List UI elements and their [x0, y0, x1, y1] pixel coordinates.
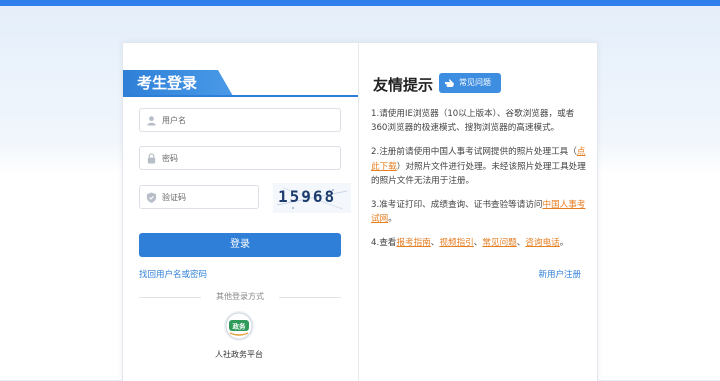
gov-platform-label: 人社政务平台: [215, 350, 263, 359]
password-input[interactable]: [162, 149, 332, 167]
top-header-bar: [0, 0, 720, 6]
tip4-end: 。: [559, 238, 569, 249]
forgot-password-link[interactable]: 找回用户名或密码: [139, 268, 207, 280]
faq-label: 常见问题: [459, 78, 491, 87]
username-field[interactable]: [139, 108, 341, 132]
other-login-separator: 其他登录方式: [139, 291, 341, 303]
user-icon: [147, 116, 156, 126]
tip3-text-b: 。: [388, 214, 397, 225]
login-card: 考生登录 15968 登录 找回用户名或密码 新用户注册: [122, 42, 598, 381]
tip2-text-a: 2.注册前请使用中国人事考试网提供的照片处理工具（: [371, 147, 577, 158]
video-guide-link[interactable]: 视频指引: [439, 238, 473, 248]
gov-logo-text: 政务: [233, 322, 247, 331]
tips-list: 1.请使用IE浏览器（10以上版本）、谷歌浏览器，或者360浏览器的极速模式、搜…: [371, 107, 589, 261]
faq-link[interactable]: 常见问题: [482, 238, 516, 248]
tip-item-exam-site: 3.准考证打印、成绩查询、证书查验等请访问中国人事考试网。: [371, 198, 589, 226]
tip3-text-a: 3.准考证打印、成绩查询、证书查验等请访问: [371, 200, 543, 211]
tip1-text: 1.请使用IE浏览器（10以上版本）、谷歌浏览器，或者360浏览器的极速模式、搜…: [371, 109, 575, 134]
register-link[interactable]: 新用户注册: [538, 268, 581, 280]
captcha-text: 15968: [278, 187, 337, 206]
login-button[interactable]: 登录: [139, 233, 341, 257]
password-field[interactable]: [139, 146, 341, 170]
captcha-field[interactable]: [139, 185, 332, 209]
tip-item-browser: 1.请使用IE浏览器（10以上版本）、谷歌浏览器，或者360浏览器的极速模式、搜…: [371, 107, 589, 135]
gov-platform-icon: 政务: [225, 312, 253, 340]
tip-item-photo-tool: 2.注册前请使用中国人事考试网提供的照片处理工具（点此下载）对照片文件进行处理。…: [371, 145, 589, 188]
panel-divider: [358, 43, 359, 381]
tip4-text-a: 4.查看: [371, 238, 397, 249]
captcha-image[interactable]: 15968: [273, 183, 351, 213]
gov-platform-logo[interactable]: 政务: [224, 311, 254, 341]
login-tab-title: 考生登录: [123, 70, 233, 96]
username-input[interactable]: [162, 111, 332, 129]
login-tab-underline: [123, 95, 358, 97]
shield-icon: [146, 192, 157, 203]
separator-line-right: [279, 297, 341, 298]
lock-icon: [147, 153, 156, 164]
tip-item-guides: 4.查看报考指南、视频指引、常见问题、咨询电话。: [371, 236, 589, 250]
exam-guide-link[interactable]: 报考指南: [396, 238, 430, 248]
consult-phone-link[interactable]: 咨询电话: [525, 238, 559, 248]
pointing-hand-icon: [445, 79, 454, 87]
tip2-text-b: ）对照片文件进行处理。未经该照片处理工具处理的照片文件无法用于注册。: [371, 161, 586, 186]
faq-button[interactable]: 常见问题: [439, 73, 501, 93]
tips-title: 友情提示: [373, 76, 434, 94]
